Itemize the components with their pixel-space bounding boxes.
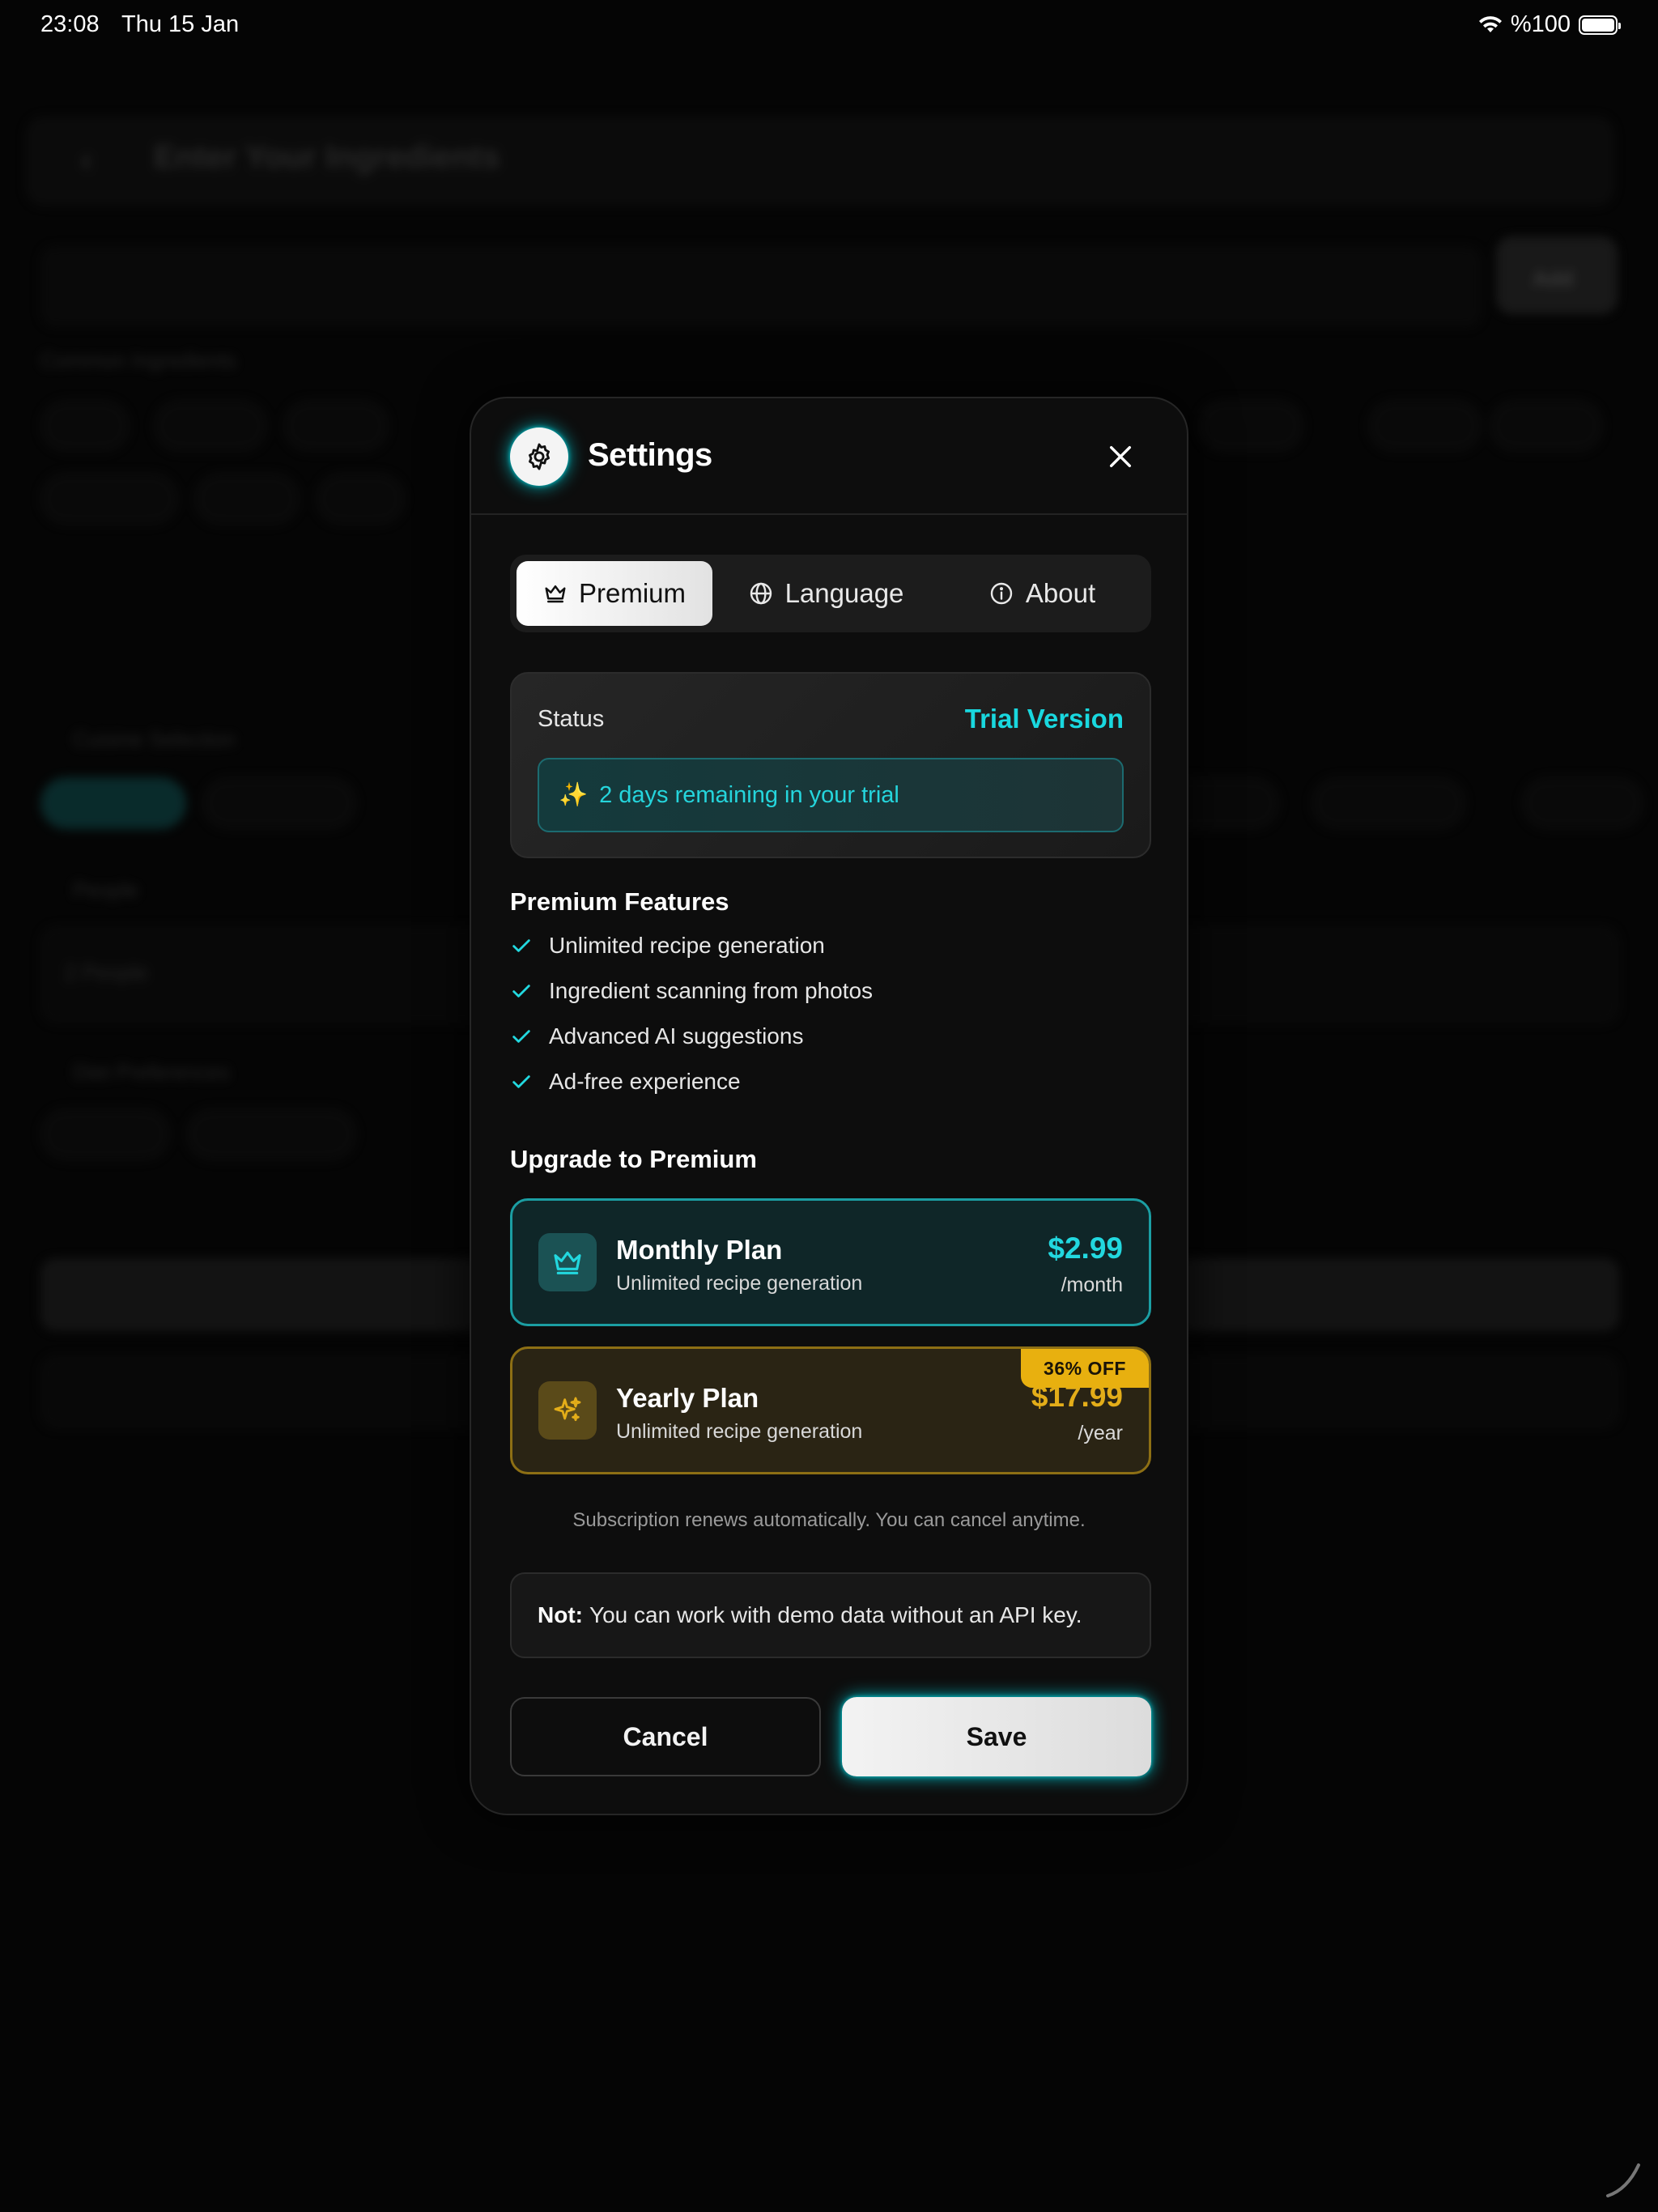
- close-button[interactable]: [1101, 437, 1140, 476]
- feature-text: Ingredient scanning from photos: [549, 978, 874, 1003]
- scroll-indicator-icon: [1606, 2163, 1640, 2197]
- status-card: Status Trial Version ✨ 2 days remaining …: [510, 672, 1151, 858]
- feature-item: Advanced AI suggestions: [510, 1023, 803, 1049]
- modal-title: Settings: [588, 437, 712, 473]
- feature-text: Ad-free experience: [549, 1069, 741, 1094]
- features-title: Premium Features: [510, 887, 729, 916]
- battery-percent: %100: [1510, 11, 1571, 37]
- bg-section-common: Common Ingredients: [40, 348, 236, 372]
- monthly-plan-name: Monthly Plan: [616, 1235, 783, 1265]
- tab-premium-label: Premium: [578, 578, 687, 608]
- bg-chip: [154, 400, 267, 452]
- status-label: Status: [538, 706, 605, 732]
- monthly-plan-period: /month: [1061, 1274, 1123, 1296]
- settings-modal: Settings Premium Language About Status T…: [470, 397, 1188, 1815]
- feature-text: Advanced AI suggestions: [549, 1023, 804, 1049]
- sparkles-icon: [538, 1381, 597, 1440]
- upgrade-title: Upgrade to Premium: [510, 1145, 757, 1173]
- tab-language-label: Language: [784, 578, 904, 608]
- modal-header: Settings: [471, 398, 1187, 515]
- yearly-plan-name: Yearly Plan: [616, 1383, 759, 1413]
- monthly-plan-card[interactable]: Monthly Plan Unlimited recipe generation…: [510, 1198, 1151, 1326]
- bg-chip: [40, 1108, 170, 1160]
- check-icon: [512, 1030, 530, 1043]
- bg-chip: [202, 777, 356, 829]
- bg-chip: [40, 400, 130, 452]
- feature-item: Ad-free experience: [510, 1069, 741, 1095]
- bg-chip: [1522, 777, 1643, 829]
- bg-chip: [1312, 777, 1465, 829]
- renew-note: Subscription renews automatically. You c…: [572, 1509, 1086, 1531]
- tab-about-label: About: [1025, 578, 1096, 608]
- status-right: %100: [1478, 11, 1621, 38]
- check-icon: [512, 1075, 530, 1088]
- crown-icon: [538, 1233, 597, 1291]
- bg-page-title: Enter Your Ingredients: [154, 139, 500, 175]
- cancel-button[interactable]: Cancel: [510, 1697, 821, 1776]
- bg-chip: [1490, 400, 1603, 452]
- settings-tabs: Premium Language About: [510, 555, 1151, 632]
- yearly-plan-card[interactable]: Yearly Plan Unlimited recipe generation …: [510, 1346, 1151, 1474]
- bg-section-people: People: [73, 878, 138, 902]
- status-time: 23:08: [40, 11, 100, 37]
- globe-icon: [750, 582, 772, 605]
- feature-item: Unlimited recipe generation: [510, 933, 825, 959]
- info-icon: [990, 582, 1013, 605]
- check-icon: [512, 939, 530, 952]
- check-icon: [512, 985, 530, 998]
- bg-chip: [186, 1108, 356, 1160]
- close-icon: [1109, 445, 1132, 468]
- bg-section-diet: Diet Preferences: [73, 1060, 230, 1084]
- bg-chip: [1198, 400, 1303, 452]
- yearly-plan-description: Unlimited recipe generation: [616, 1420, 863, 1443]
- trial-message: 2 days remaining in your trial: [599, 781, 899, 808]
- battery-icon: [1579, 15, 1621, 35]
- bg-chip: [40, 777, 186, 829]
- bg-section-cuisine: Cuisine Selection: [73, 727, 236, 751]
- bg-chip: [1368, 400, 1482, 452]
- note-text: You can work with demo data without an A…: [589, 1602, 1082, 1627]
- note-label: Not:: [538, 1602, 583, 1627]
- tab-about[interactable]: About: [939, 561, 1145, 626]
- feature-text: Unlimited recipe generation: [549, 933, 825, 958]
- wifi-icon: [1478, 15, 1502, 32]
- monthly-plan-description: Unlimited recipe generation: [616, 1272, 863, 1295]
- bg-people-value: 2 People: [65, 960, 148, 985]
- bg-chip: [40, 473, 178, 525]
- api-note: Not: You can work with demo data without…: [510, 1572, 1151, 1658]
- trial-banner: ✨ 2 days remaining in your trial: [538, 758, 1124, 832]
- bg-add-label: Add: [1533, 266, 1574, 291]
- yearly-plan-period: /year: [1078, 1422, 1123, 1444]
- save-button[interactable]: Save: [842, 1697, 1151, 1776]
- bg-chip: [283, 400, 389, 452]
- bg-chip: [194, 473, 300, 525]
- bg-ingredient-input: [40, 246, 1482, 327]
- bg-chip: [316, 473, 405, 525]
- status-value: Trial Version: [964, 704, 1124, 734]
- gear-icon: [510, 428, 568, 486]
- tab-premium[interactable]: Premium: [517, 561, 712, 626]
- monthly-plan-price: $2.99: [1048, 1231, 1123, 1265]
- tab-language[interactable]: Language: [712, 561, 939, 626]
- status-bar: 23:08 Thu 15 Jan %100: [0, 0, 1658, 52]
- discount-badge: 36% OFF: [1021, 1349, 1149, 1388]
- crown-icon: [545, 585, 566, 603]
- back-arrow-icon: ‹: [81, 143, 92, 178]
- feature-item: Ingredient scanning from photos: [510, 978, 873, 1004]
- sparkles-icon: ✨: [559, 782, 589, 808]
- status-date: Thu 15 Jan: [121, 11, 240, 37]
